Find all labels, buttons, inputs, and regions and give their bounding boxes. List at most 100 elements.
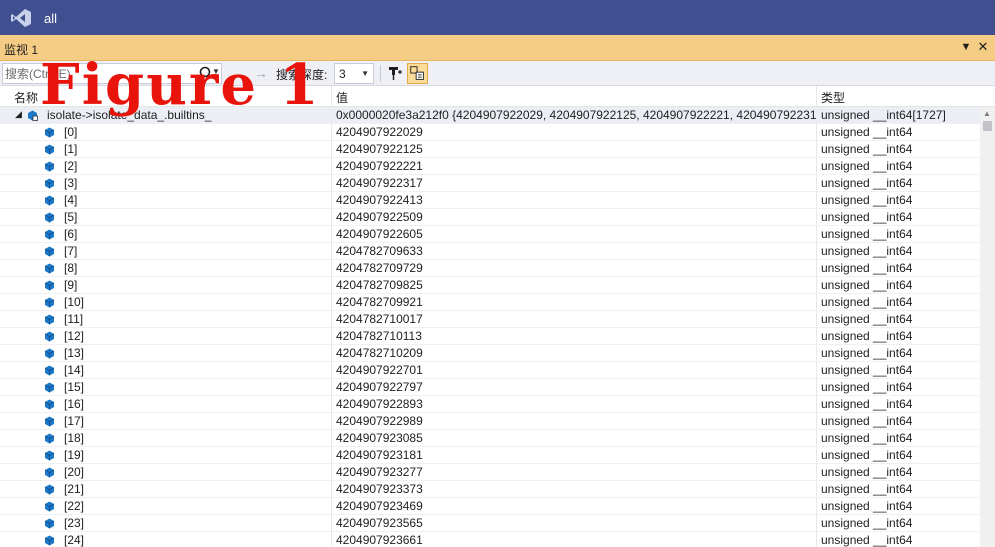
row-type: unsigned __int64	[821, 329, 913, 343]
table-row[interactable]: [20] 4204907923277 unsigned __int64	[0, 464, 980, 481]
row-type: unsigned __int64	[821, 193, 913, 207]
search-depth-select[interactable]: 3 ▼	[334, 63, 374, 84]
value-cube-icon	[44, 263, 55, 274]
table-row[interactable]: [13] 4204782710209 unsigned __int64	[0, 345, 980, 362]
row-value[interactable]: 4204907923661	[336, 533, 816, 547]
row-type: unsigned __int64	[821, 278, 913, 292]
chevron-down-icon[interactable]: ▼	[958, 39, 974, 55]
value-cube-icon	[44, 127, 55, 138]
row-type: unsigned __int64	[821, 244, 913, 258]
row-name: [12]	[64, 329, 85, 343]
table-row[interactable]: [3] 4204907922317 unsigned __int64	[0, 175, 980, 192]
figure-label: Figure 1	[40, 52, 321, 118]
row-value[interactable]: 0x0000020fe3a212f0 {4204907922029, 42049…	[336, 108, 816, 122]
row-type: unsigned __int64	[821, 142, 913, 156]
table-row[interactable]: [14] 4204907922701 unsigned __int64	[0, 362, 980, 379]
row-value[interactable]: 4204782710017	[336, 312, 816, 326]
table-row[interactable]: [9] 4204782709825 unsigned __int64	[0, 277, 980, 294]
row-value[interactable]: 4204782709633	[336, 244, 816, 258]
vertical-scrollbar[interactable]: ▲	[980, 107, 995, 547]
row-type: unsigned __int64	[821, 295, 913, 309]
table-row[interactable]: [0] 4204907922029 unsigned __int64	[0, 124, 980, 141]
row-type: unsigned __int64	[821, 465, 913, 479]
row-value[interactable]: 4204782710113	[336, 329, 816, 343]
row-name: [22]	[64, 499, 85, 513]
hexadecimal-display-toggle[interactable]	[407, 63, 428, 84]
table-row[interactable]: [21] 4204907923373 unsigned __int64	[0, 481, 980, 498]
row-name: [19]	[64, 448, 85, 462]
table-row[interactable]: [24] 4204907923661 unsigned __int64	[0, 532, 980, 547]
row-value[interactable]: 4204907922701	[336, 363, 816, 377]
row-value[interactable]: 4204782709921	[336, 295, 816, 309]
row-value[interactable]: 4204907922317	[336, 176, 816, 190]
table-row[interactable]: [22] 4204907923469 unsigned __int64	[0, 498, 980, 515]
row-value[interactable]: 4204907922797	[336, 380, 816, 394]
table-row[interactable]: [7] 4204782709633 unsigned __int64	[0, 243, 980, 260]
chevron-down-icon: ▼	[361, 69, 369, 78]
row-value[interactable]: 4204907923085	[336, 431, 816, 445]
row-name: [18]	[64, 431, 85, 445]
row-value[interactable]: 4204907922029	[336, 125, 816, 139]
row-name: [10]	[64, 295, 85, 309]
table-row[interactable]: [23] 4204907923565 unsigned __int64	[0, 515, 980, 532]
row-type: unsigned __int64	[821, 363, 913, 377]
table-row[interactable]: [15] 4204907922797 unsigned __int64	[0, 379, 980, 396]
hex-icon	[410, 66, 424, 80]
row-value[interactable]: 4204907923277	[336, 465, 816, 479]
row-value[interactable]: 4204907923469	[336, 499, 816, 513]
row-type: unsigned __int64	[821, 380, 913, 394]
table-row[interactable]: [17] 4204907922989 unsigned __int64	[0, 413, 980, 430]
value-cube-icon	[44, 399, 55, 410]
scroll-up-arrow-icon[interactable]: ▲	[983, 109, 991, 118]
row-name: [13]	[64, 346, 85, 360]
table-row[interactable]: [8] 4204782709729 unsigned __int64	[0, 260, 980, 277]
pin-to-source-icon[interactable]	[386, 64, 404, 82]
table-row[interactable]: [12] 4204782710113 unsigned __int64	[0, 328, 980, 345]
watch-rows: ◢ isolate->isolate_data_.builtins_ 0x000…	[0, 107, 980, 547]
close-icon[interactable]: ✕	[975, 39, 991, 55]
row-name: [8]	[64, 261, 78, 275]
row-value[interactable]: 4204907922605	[336, 227, 816, 241]
row-value[interactable]: 4204907922413	[336, 193, 816, 207]
table-row[interactable]: [11] 4204782710017 unsigned __int64	[0, 311, 980, 328]
table-row[interactable]: [10] 4204782709921 unsigned __int64	[0, 294, 980, 311]
row-name: [9]	[64, 278, 78, 292]
row-name: [7]	[64, 244, 78, 258]
expand-triangle-icon[interactable]: ◢	[15, 109, 22, 120]
search-depth-value: 3	[339, 67, 346, 81]
table-row[interactable]: [6] 4204907922605 unsigned __int64	[0, 226, 980, 243]
row-type: unsigned __int64	[821, 176, 913, 190]
row-value[interactable]: 4204782710209	[336, 346, 816, 360]
table-row[interactable]: [5] 4204907922509 unsigned __int64	[0, 209, 980, 226]
table-row[interactable]: [18] 4204907923085 unsigned __int64	[0, 430, 980, 447]
row-value[interactable]: 4204907922989	[336, 414, 816, 428]
row-value[interactable]: 4204907922221	[336, 159, 816, 173]
row-value[interactable]: 4204782709729	[336, 261, 816, 275]
row-type: unsigned __int64	[821, 312, 913, 326]
scrollbar-thumb[interactable]	[983, 121, 992, 131]
column-header-value[interactable]: 值	[336, 89, 348, 106]
row-value[interactable]: 4204907922125	[336, 142, 816, 156]
value-cube-icon	[44, 382, 55, 393]
row-value[interactable]: 4204907922509	[336, 210, 816, 224]
row-value[interactable]: 4204907923565	[336, 516, 816, 530]
value-cube-icon	[44, 246, 55, 257]
value-cube-icon	[44, 416, 55, 427]
value-cube-icon	[44, 348, 55, 359]
column-header-name[interactable]: 名称	[14, 89, 38, 106]
row-value[interactable]: 4204907923373	[336, 482, 816, 496]
row-value[interactable]: 4204907922893	[336, 397, 816, 411]
row-name: [15]	[64, 380, 85, 394]
row-value[interactable]: 4204782709825	[336, 278, 816, 292]
table-row[interactable]: [2] 4204907922221 unsigned __int64	[0, 158, 980, 175]
table-row[interactable]: [1] 4204907922125 unsigned __int64	[0, 141, 980, 158]
value-cube-icon	[44, 535, 55, 546]
row-name: [20]	[64, 465, 85, 479]
title-bar: all	[0, 0, 995, 35]
column-header-type[interactable]: 类型	[821, 89, 845, 106]
table-row[interactable]: [19] 4204907923181 unsigned __int64	[0, 447, 980, 464]
row-value[interactable]: 4204907923181	[336, 448, 816, 462]
table-row[interactable]: [4] 4204907922413 unsigned __int64	[0, 192, 980, 209]
table-row[interactable]: [16] 4204907922893 unsigned __int64	[0, 396, 980, 413]
row-name: [17]	[64, 414, 85, 428]
